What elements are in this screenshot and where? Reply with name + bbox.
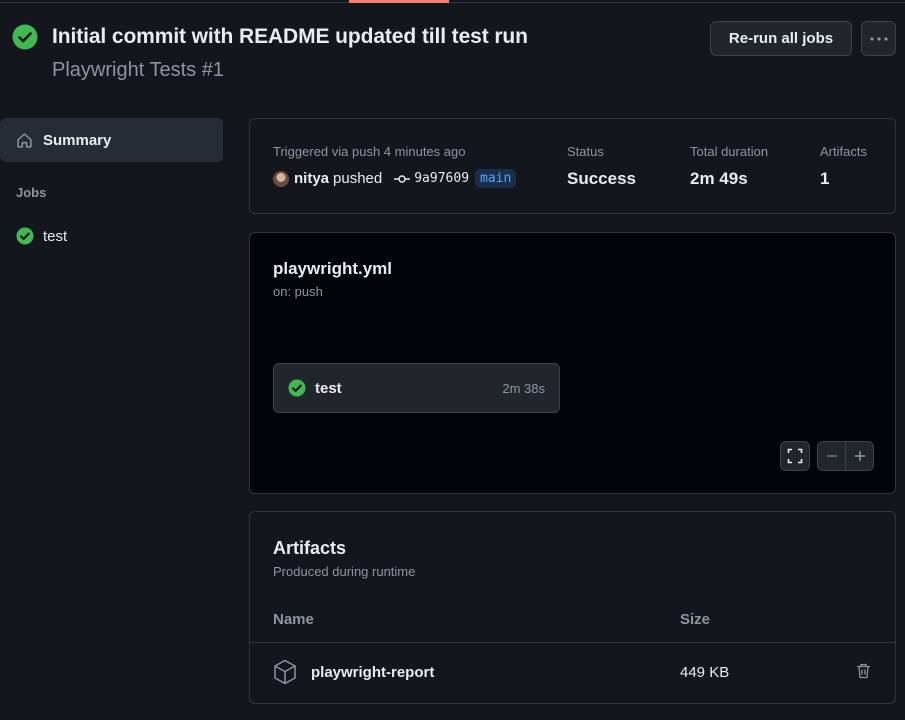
sidebar-item-test[interactable]: test — [16, 227, 67, 245]
workflow-file-name: playwright.yml — [273, 259, 393, 278]
kebab-horizontal-icon — [869, 36, 888, 41]
duration-value: 2m 49s — [690, 169, 748, 188]
avatar[interactable] — [273, 170, 289, 187]
artifacts-card: Artifacts Produced during runtime Name S… — [249, 511, 896, 704]
status-value: Success — [567, 169, 636, 188]
rerun-all-jobs-button[interactable]: Re-run all jobs — [710, 21, 852, 56]
active-tab-indicator — [349, 0, 449, 3]
success-check-icon — [16, 227, 34, 245]
jobs-heading: Jobs — [16, 185, 47, 200]
artifacts-count-label: Artifacts — [820, 144, 867, 159]
triggered-label: Triggered via push 4 minutes ago — [273, 144, 466, 159]
zoom-out-button[interactable] — [818, 442, 846, 470]
artifact-size: 449 KB — [680, 663, 730, 681]
workflow-graph: playwright.yml on: push test 2m 38s — [249, 232, 896, 494]
git-commit-icon — [394, 174, 411, 183]
minus-icon — [826, 455, 837, 457]
branch-label[interactable]: main — [475, 169, 517, 188]
column-header-size: Size — [680, 611, 711, 628]
success-check-icon — [288, 379, 306, 397]
workflow-run-name: Playwright Tests #1 — [52, 59, 224, 81]
sidebar-item-summary[interactable]: Summary — [0, 118, 223, 162]
job-node-test[interactable]: test 2m 38s — [273, 363, 560, 413]
run-header: Initial commit with README updated till … — [12, 24, 528, 50]
page-title: Initial commit with README updated till … — [52, 25, 528, 48]
artifact-name-link[interactable]: playwright-report — [311, 664, 434, 681]
duration-label: Total duration — [690, 144, 769, 159]
divider — [250, 642, 895, 643]
job-node-name: test — [315, 379, 342, 397]
home-icon — [17, 132, 32, 148]
table-row: playwright-report 449 KB — [273, 657, 883, 687]
status-label: Status — [567, 144, 604, 159]
artifacts-title: Artifacts — [273, 538, 347, 558]
zoom-controls — [817, 441, 874, 471]
fullscreen-icon — [787, 448, 803, 464]
artifacts-count-link[interactable]: 1 — [820, 169, 829, 189]
commit-sha-link[interactable]: 9a97609 — [414, 171, 469, 186]
package-icon — [274, 659, 296, 685]
fullscreen-button[interactable] — [780, 441, 810, 471]
more-actions-button[interactable] — [861, 21, 896, 56]
workflow-trigger: on: push — [273, 284, 323, 299]
artifacts-subtitle: Produced during runtime — [273, 564, 416, 579]
trigger-details: nitya pushed 9a97609 main — [273, 169, 517, 188]
success-check-icon — [12, 24, 38, 50]
run-summary-card: Triggered via push 4 minutes ago nitya p… — [249, 118, 896, 214]
sidebar-item-label: Summary — [43, 131, 112, 149]
sidebar-job-label: test — [43, 227, 68, 245]
column-header-name: Name — [273, 611, 314, 628]
top-progress-bar — [0, 0, 905, 3]
job-node-duration: 2m 38s — [502, 380, 545, 396]
pusher-link[interactable]: nitya — [294, 170, 329, 187]
pushed-text: pushed — [333, 170, 383, 187]
plus-icon — [854, 451, 865, 461]
trash-icon[interactable] — [856, 663, 871, 679]
zoom-in-button[interactable] — [846, 442, 873, 470]
